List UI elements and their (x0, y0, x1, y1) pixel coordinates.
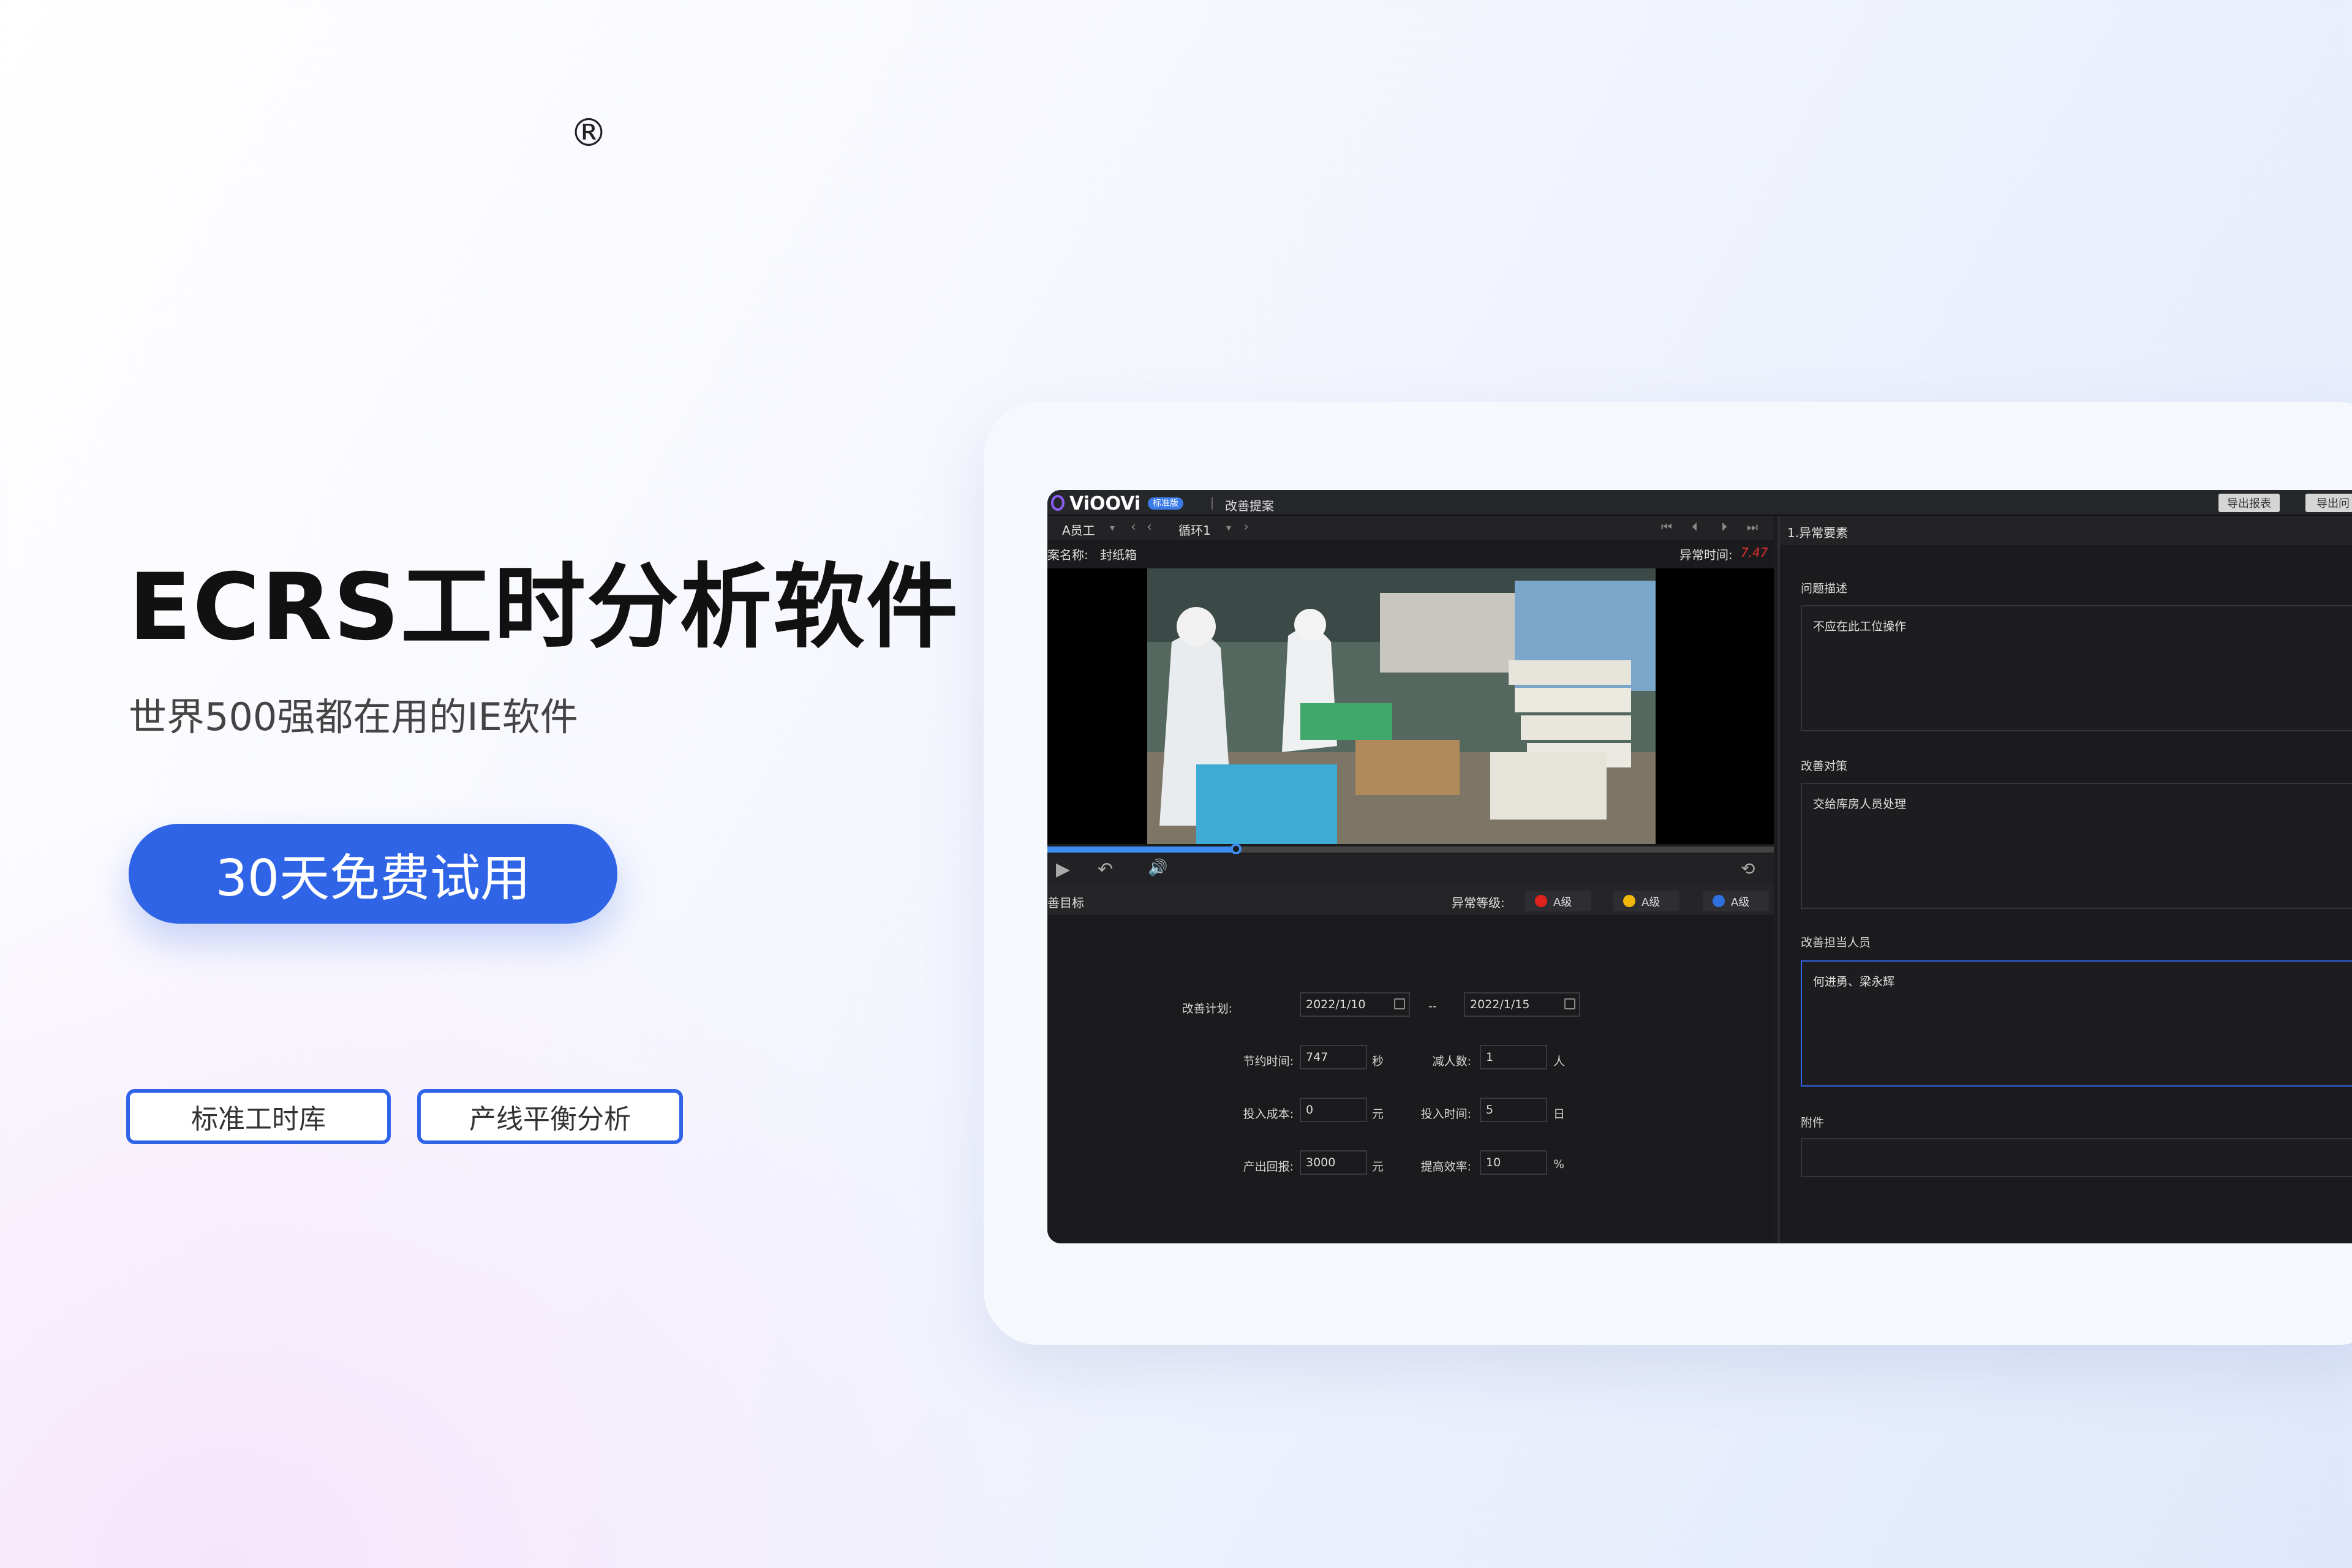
details-title: 1.异常要素 (1787, 526, 1849, 540)
measure-textarea[interactable]: 交给库房人员处理 (1801, 783, 2352, 909)
attachment-label: 附件 (1801, 1116, 1825, 1129)
next-employee-icon[interactable]: ‹ (1147, 519, 1152, 535)
plan-label: 改善计划: (1182, 1002, 1232, 1016)
level-option-blue[interactable]: A级 (1703, 891, 1769, 911)
red-dot-icon (1535, 895, 1547, 907)
video-player[interactable] (1047, 568, 1774, 844)
registered-mark: ® (570, 110, 608, 155)
plan-start-date-field[interactable]: 2022/1/10 (1300, 992, 1410, 1017)
info-row: 案名称: 封纸箱 异常时间: 7.47 (1047, 541, 1774, 564)
dropdown-icon[interactable]: ▾ (1226, 522, 1231, 533)
app-titlebar: ViOOVi 标准版 改善提案 导出报表 导出问 (1047, 490, 2352, 516)
first-frame-icon[interactable]: ⏮ (1661, 519, 1672, 534)
video-progress-fill (1047, 846, 1237, 853)
yellow-dot-icon (1623, 895, 1635, 907)
cost-field[interactable]: 0 (1300, 1098, 1367, 1122)
efficiency-label: 提高效率: (1420, 1160, 1471, 1174)
plan-separator: -- (1428, 1000, 1437, 1013)
video-frame (1147, 568, 1656, 844)
calendar-icon[interactable] (1394, 998, 1405, 1009)
factory-scene-image (1147, 568, 1656, 844)
progress-handle[interactable] (1231, 843, 1242, 854)
return-unit: 元 (1372, 1160, 1384, 1174)
divider (1212, 497, 1213, 510)
save-time-unit: 秒 (1372, 1055, 1384, 1068)
cycle-select[interactable]: 循环1 (1178, 521, 1211, 538)
efficiency-field[interactable]: 10 (1480, 1150, 1547, 1175)
app-window: ViOOVi 标准版 改善提案 导出报表 导出问 A员工 ▾ ‹ ‹ 循环1 ▾… (1047, 490, 2352, 1243)
reduce-people-unit: 人 (1553, 1055, 1566, 1068)
blue-dot-icon (1713, 895, 1725, 907)
calendar-icon[interactable] (1564, 998, 1575, 1009)
next-cycle-icon[interactable]: › (1243, 519, 1249, 535)
plan-end-date-field[interactable]: 2022/1/15 (1464, 992, 1580, 1017)
case-value: 封纸箱 (1100, 548, 1137, 562)
dropdown-icon[interactable]: ▾ (1110, 522, 1115, 533)
element-toolbar: A员工 ▾ ‹ ‹ 循环1 ▾ › ⏮ ⏴ ⏵ ⏭ (1047, 516, 1774, 540)
return-field[interactable]: 3000 (1300, 1150, 1367, 1175)
abnormal-time-label: 异常时间: (1679, 548, 1733, 562)
target-label: 善目标 (1047, 895, 1084, 910)
reduce-people-field[interactable]: 1 (1480, 1045, 1547, 1069)
level-name: A级 (1731, 896, 1750, 909)
return-label: 产出回报: (1243, 1160, 1294, 1174)
level-option-red[interactable]: A级 (1525, 891, 1591, 911)
invest-time-field[interactable]: 5 (1480, 1098, 1547, 1122)
save-time-label: 节约时间: (1243, 1055, 1294, 1068)
owner-textarea[interactable]: 何进勇、梁永辉 (1801, 960, 2352, 1087)
details-header: 1.异常要素 (1780, 516, 2352, 545)
measure-label: 改善对策 (1801, 760, 1848, 773)
level-label: 异常等级: (1452, 895, 1505, 910)
window-title: 改善提案 (1225, 499, 1274, 513)
cost-label: 投入成本: (1243, 1107, 1294, 1121)
volume-icon[interactable]: 🔊 (1148, 859, 1167, 877)
edition-badge: 标准版 (1148, 497, 1183, 510)
plan-end-value: 2022/1/15 (1470, 998, 1530, 1011)
playback-controls: ▶ ↶ 🔊 ⟲ (1047, 854, 1774, 886)
free-trial-button[interactable]: 30天免费试用 (129, 824, 617, 924)
analysis-pane: A员工 ▾ ‹ ‹ 循环1 ▾ › ⏮ ⏴ ⏵ ⏭ 案名称: 封纸箱 异常时间:… (1047, 516, 1774, 1243)
problem-textarea[interactable]: 不应在此工位操作 (1801, 605, 2352, 731)
details-pane: 1.异常要素 问题描述 不应在此工位操作 改善对策 交给库房人员处理 改善担当人… (1777, 516, 2352, 1243)
standard-time-library-button[interactable]: 标准工时库 (126, 1089, 391, 1144)
plan-start-value: 2022/1/10 (1306, 998, 1366, 1011)
page-title: ECRS工时分析软件 (129, 554, 960, 661)
case-label: 案名称: (1047, 548, 1088, 562)
reduce-people-label: 减人数: (1432, 1055, 1471, 1068)
invest-time-label: 投入时间: (1420, 1107, 1471, 1121)
next-frame-icon[interactable]: ⏵ (1721, 519, 1727, 534)
last-frame-icon[interactable]: ⏭ (1747, 519, 1758, 534)
owner-label: 改善担当人员 (1801, 936, 1871, 949)
play-icon[interactable]: ▶ (1056, 859, 1070, 880)
prev-employee-icon[interactable]: ‹ (1131, 519, 1136, 535)
brand-logo-icon (1051, 495, 1065, 511)
brand-name: ViOOVi (1069, 493, 1141, 514)
undo-icon[interactable]: ↶ (1098, 859, 1113, 880)
level-option-yellow[interactable]: A级 (1613, 891, 1679, 911)
target-bar: 善目标 异常等级: A级 A级 A级 (1047, 886, 1774, 915)
export-report-button[interactable]: 导出报表 (2218, 494, 2280, 512)
employee-select[interactable]: A员工 (1062, 521, 1095, 538)
page-subtitle: 世界500强都在用的IE软件 (129, 695, 578, 739)
save-time-field[interactable]: 747 (1300, 1045, 1367, 1069)
efficiency-unit: % (1553, 1158, 1565, 1171)
abnormal-time-value: 7.47 (1741, 545, 1768, 560)
prev-frame-icon[interactable]: ⏴ (1692, 519, 1698, 534)
export-issue-button[interactable]: 导出问 (2305, 494, 2352, 512)
cost-unit: 元 (1372, 1107, 1384, 1121)
loop-icon[interactable]: ⟲ (1741, 859, 1755, 879)
attachment-field[interactable] (1801, 1138, 2352, 1177)
problem-label: 问题描述 (1801, 582, 1848, 595)
level-name: A级 (1642, 896, 1660, 909)
line-balance-analysis-button[interactable]: 产线平衡分析 (417, 1089, 683, 1144)
video-progress-bar[interactable] (1047, 843, 1774, 854)
level-name: A级 (1553, 896, 1572, 909)
invest-time-unit: 日 (1553, 1107, 1566, 1121)
